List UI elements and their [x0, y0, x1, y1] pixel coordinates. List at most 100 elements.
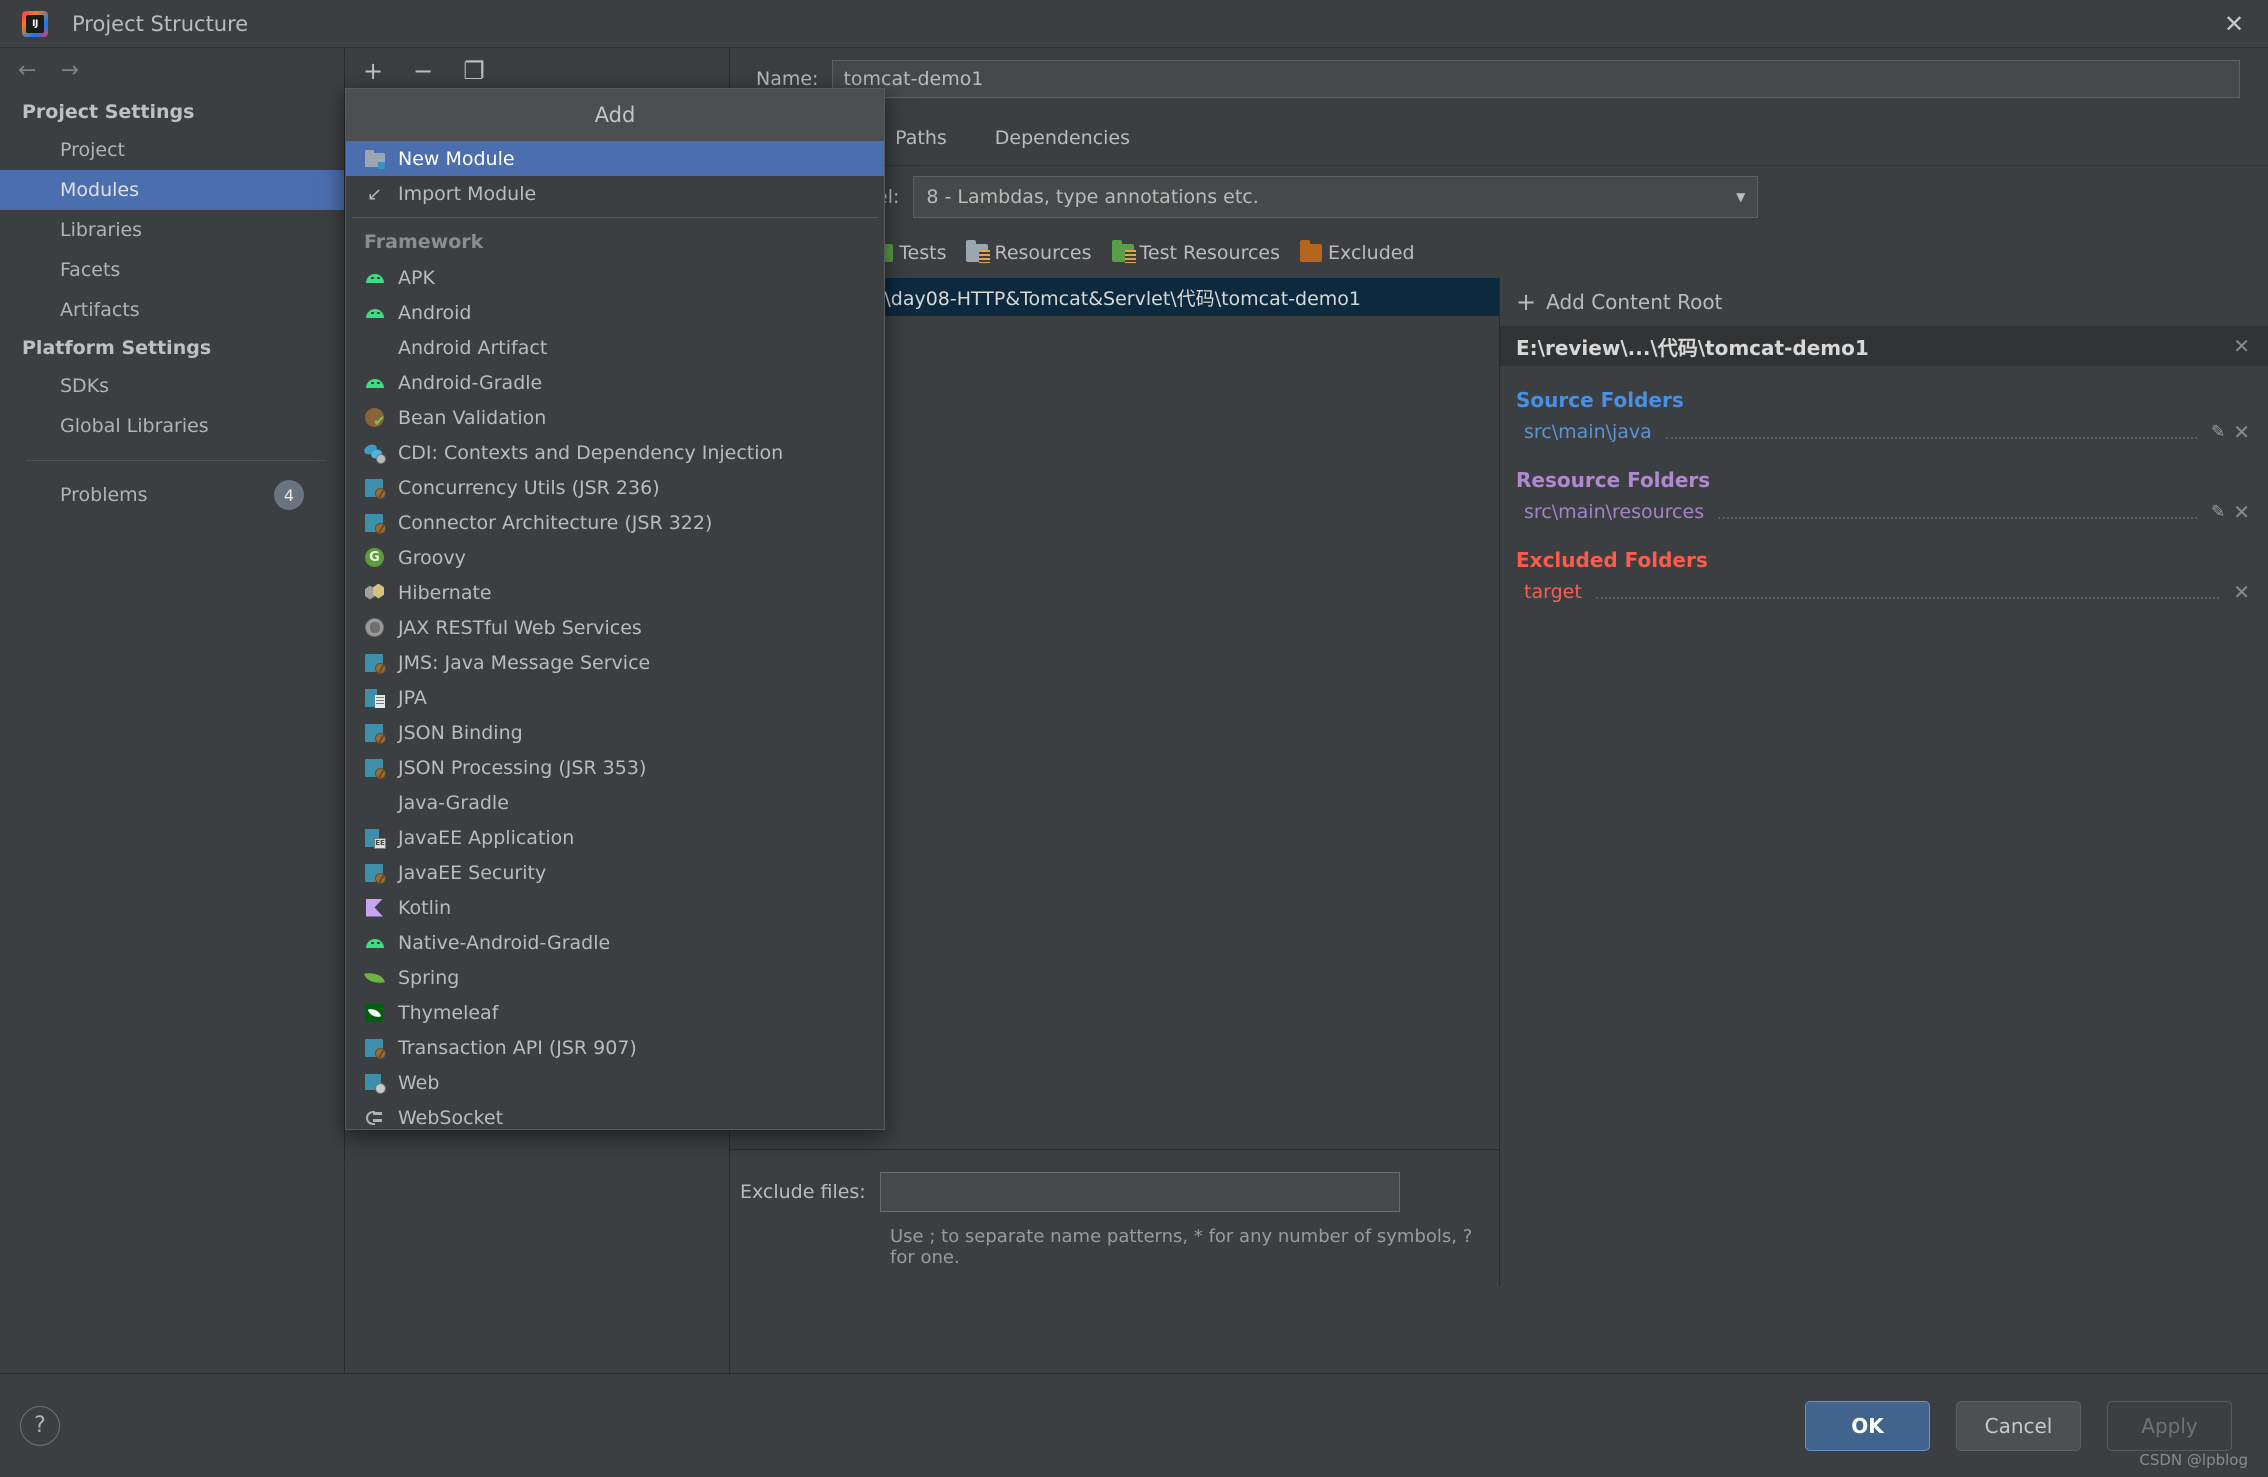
module-name-input[interactable]: tomcat-demo1	[832, 60, 2240, 98]
exclude-files-input[interactable]	[879, 1172, 1400, 1212]
add-content-root-button[interactable]: + Add Content Root	[1500, 278, 2268, 326]
help-icon[interactable]: ?	[20, 1405, 60, 1446]
sidebar-item-modules[interactable]: Modules	[0, 170, 344, 210]
menu-item-java-gradle-label: Java-Gradle	[398, 791, 509, 814]
problems-label: Problems	[60, 484, 148, 506]
menu-item-jpa[interactable]: JPA	[346, 680, 884, 715]
remove-module-button[interactable]: −	[413, 59, 433, 83]
sidebar-item-sdks[interactable]: SDKs	[0, 366, 344, 406]
menu-item-new-module[interactable]: New Module	[346, 141, 884, 176]
sidebar-item-project[interactable]: Project	[0, 130, 344, 170]
import-module-icon: ↙	[367, 183, 383, 205]
menu-item-jms[interactable]: JMS: Java Message Service	[346, 645, 884, 680]
sidebar-item-problems[interactable]: Problems 4	[0, 475, 344, 515]
copy-module-button[interactable]: ❐	[463, 59, 485, 83]
mark-as-test-resources-label: Test Resources	[1139, 242, 1281, 264]
menu-item-android[interactable]: Android	[346, 295, 884, 330]
remove-content-root-icon[interactable]: ✕	[2233, 336, 2250, 356]
menu-item-java-gradle[interactable]: Java-Gradle	[346, 785, 884, 820]
sidebar-item-libraries[interactable]: Libraries	[0, 210, 344, 250]
javaee-icon	[364, 722, 386, 744]
mark-as-resources-label: Resources	[994, 242, 1092, 264]
menu-item-javaee-security[interactable]: JavaEE Security	[346, 855, 884, 890]
remove-excluded-folder-icon[interactable]: ✕	[2233, 582, 2250, 602]
menu-item-cdi-label: CDI: Contexts and Dependency Injection	[398, 441, 784, 464]
menu-item-jpa-label: JPA	[398, 686, 427, 709]
menu-item-json-binding[interactable]: JSON Binding	[346, 715, 884, 750]
language-level-select[interactable]: 8 - Lambdas, type annotations etc. ▼	[913, 176, 1759, 218]
javaee-icon	[364, 477, 386, 499]
sidebar-item-global-libraries[interactable]: Global Libraries	[0, 406, 344, 446]
menu-item-thymeleaf[interactable]: Thymeleaf	[346, 995, 884, 1030]
menu-item-jms-label: JMS: Java Message Service	[398, 651, 651, 674]
remove-source-folder-icon[interactable]: ✕	[2233, 422, 2250, 442]
tab-dependencies[interactable]: Dependencies	[971, 110, 1154, 166]
apply-button: Apply	[2107, 1400, 2232, 1451]
android-icon	[364, 372, 386, 394]
ok-button[interactable]: OK	[1805, 1400, 1930, 1451]
edit-source-folder-icon[interactable]: ✎	[2211, 422, 2225, 442]
menu-item-websocket[interactable]: WebSocket	[346, 1100, 884, 1135]
javaee-icon	[364, 652, 386, 674]
excluded-folder-icon	[1300, 240, 1323, 262]
remove-resource-folder-icon[interactable]: ✕	[2233, 502, 2250, 522]
bean-validation-icon: ✔	[364, 407, 386, 429]
menu-item-new-module-label: New Module	[398, 147, 515, 170]
menu-item-bean-validation[interactable]: ✔ Bean Validation	[346, 400, 884, 435]
menu-item-concurrency-utils[interactable]: Concurrency Utils (JSR 236)	[346, 470, 884, 505]
kotlin-icon	[364, 897, 386, 919]
menu-item-jax-restful[interactable]: JAX RESTful Web Services	[346, 610, 884, 645]
nav-history-controls: ← →	[0, 48, 344, 94]
menu-item-json-processing[interactable]: JSON Processing (JSR 353)	[346, 750, 884, 785]
javaee-icon	[364, 1037, 386, 1059]
menu-item-javaee-security-label: JavaEE Security	[398, 861, 547, 884]
dotted-filler	[1718, 505, 2197, 519]
mark-as-resources-button[interactable]: Resources	[966, 240, 1092, 264]
forward-arrow-icon[interactable]: →	[60, 60, 78, 82]
close-icon[interactable]: ✕	[2200, 0, 2268, 48]
watermark: CSDN @lpblog	[2139, 1451, 2248, 1469]
title-bar: IJ Project Structure ✕	[0, 0, 2268, 48]
menu-item-import-module[interactable]: ↙ Import Module	[346, 176, 884, 211]
menu-item-connector-architecture[interactable]: Connector Architecture (JSR 322)	[346, 505, 884, 540]
logo-text: IJ	[32, 18, 38, 29]
menu-item-cdi[interactable]: CDI: Contexts and Dependency Injection	[346, 435, 884, 470]
source-folders-title: Source Folders	[1516, 388, 1684, 412]
menu-item-web[interactable]: Web	[346, 1065, 884, 1100]
javaee-application-icon: EE	[364, 827, 386, 849]
exclude-files-hint: Use ; to separate name patterns, * for a…	[890, 1226, 1473, 1268]
menu-item-javaee-application[interactable]: EE JavaEE Application	[346, 820, 884, 855]
resource-folder-row[interactable]: src\main\resources ✎ ✕	[1500, 498, 2268, 526]
exclude-files-area: Exclude files: Use ; to separate name pa…	[730, 1149, 1500, 1286]
menu-item-android-gradle[interactable]: Android-Gradle	[346, 365, 884, 400]
content-roots-area: w\JavaWeb-资料\day08-HTTP&Tomcat&Servlet\代…	[730, 278, 2268, 1286]
menu-item-android-artifact-label: Android Artifact	[398, 336, 548, 359]
sidebar-item-artifacts[interactable]: Artifacts	[0, 290, 344, 330]
add-module-button[interactable]: +	[363, 59, 383, 83]
menu-item-groovy[interactable]: G Groovy	[346, 540, 884, 575]
tab-paths[interactable]: Paths	[871, 110, 971, 166]
android-icon	[364, 302, 386, 324]
menu-item-transaction-api[interactable]: Transaction API (JSR 907)	[346, 1030, 884, 1065]
back-arrow-icon[interactable]: ←	[18, 60, 36, 82]
menu-item-android-gradle-label: Android-Gradle	[398, 371, 543, 394]
menu-item-apk[interactable]: APK	[346, 260, 884, 295]
mark-as-excluded-button[interactable]: Excluded	[1300, 240, 1415, 264]
menu-item-hibernate[interactable]: Hibernate	[346, 575, 884, 610]
edit-resource-folder-icon[interactable]: ✎	[2211, 502, 2225, 522]
sidebar-item-facets[interactable]: Facets	[0, 250, 344, 290]
menu-item-kotlin[interactable]: Kotlin	[346, 890, 884, 925]
jpa-icon	[364, 687, 386, 709]
dotted-filler	[1595, 585, 2220, 599]
sidebar-divider	[26, 460, 326, 461]
cancel-button[interactable]: Cancel	[1956, 1400, 2081, 1451]
excluded-folder-row[interactable]: target ✕	[1500, 578, 2268, 606]
menu-item-native-android-gradle[interactable]: Native-Android-Gradle	[346, 925, 884, 960]
intellij-logo-icon: IJ	[22, 10, 48, 37]
source-folder-row[interactable]: src\main\java ✎ ✕	[1500, 418, 2268, 446]
menu-item-android-artifact[interactable]: Android Artifact	[346, 330, 884, 365]
exclude-files-row: Exclude files:	[730, 1172, 1500, 1212]
menu-item-spring[interactable]: Spring	[346, 960, 884, 995]
hibernate-icon	[364, 582, 386, 604]
mark-as-test-resources-button[interactable]: Test Resources	[1111, 240, 1281, 264]
